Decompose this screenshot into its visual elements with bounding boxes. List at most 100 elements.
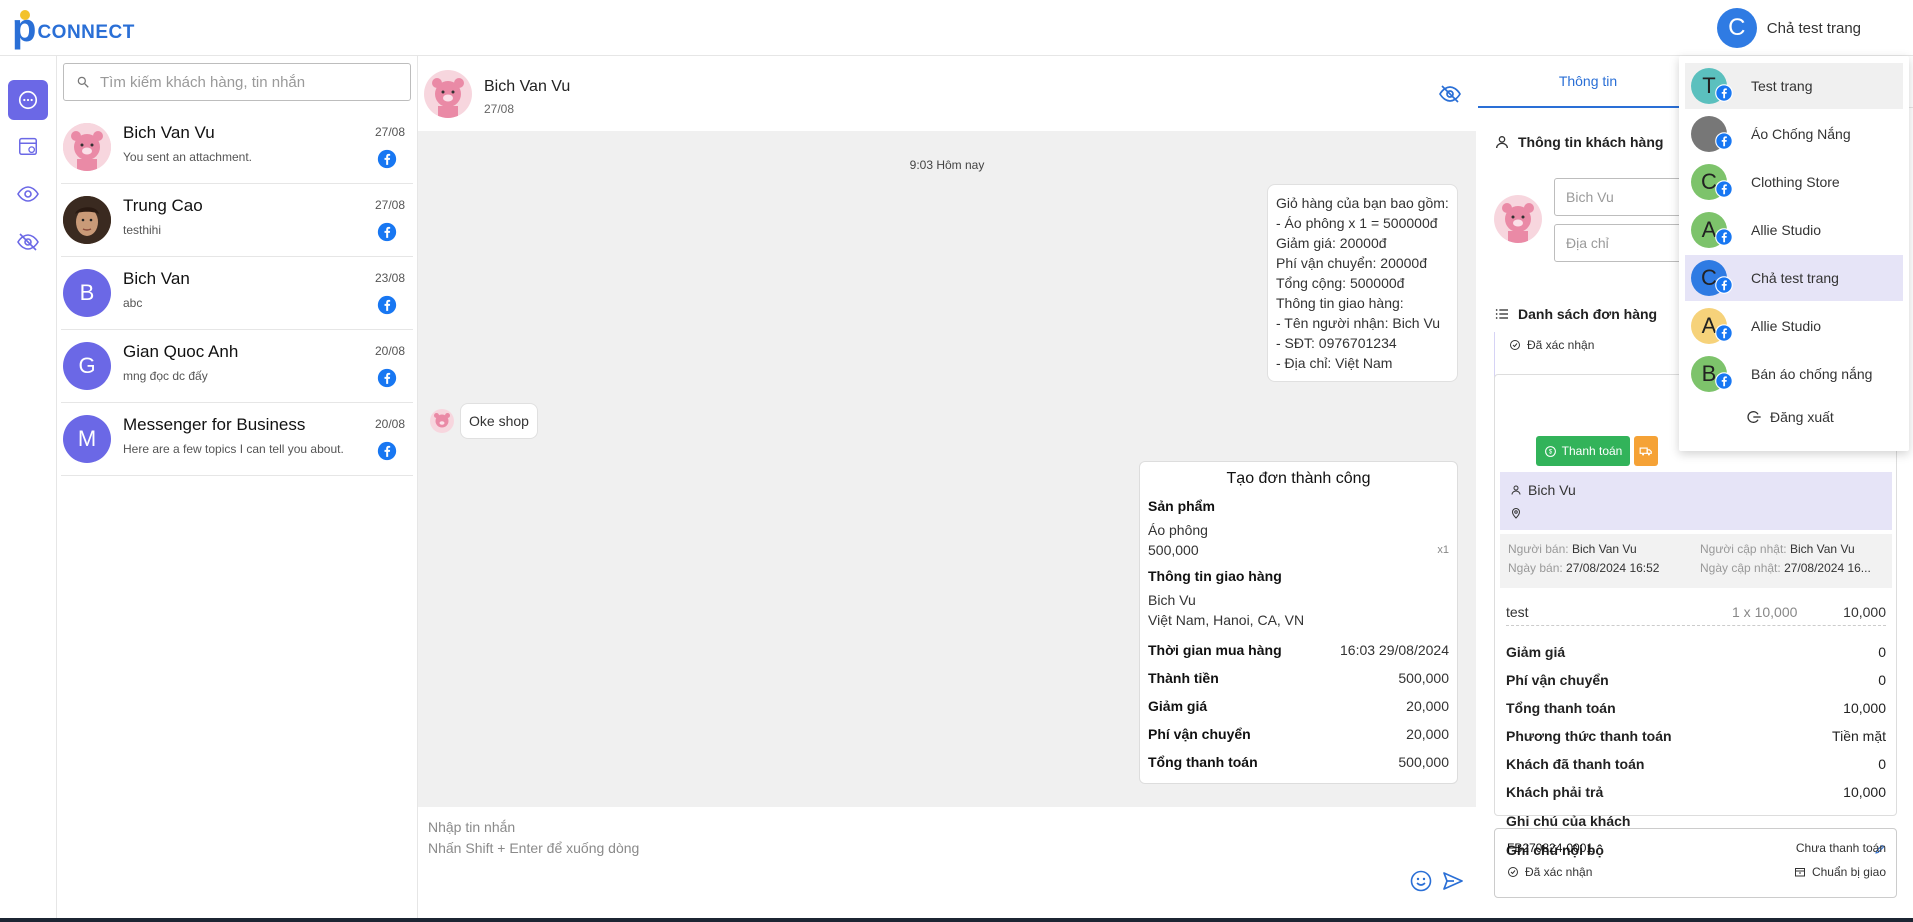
conversation-preview: Here are a few topics I can tell you abo… bbox=[123, 442, 344, 456]
logo-text: CONNECT bbox=[37, 22, 135, 43]
send-icon bbox=[1443, 872, 1463, 890]
chat-nav-button[interactable] bbox=[8, 80, 48, 120]
conversation-list: Bich Van Vu You sent an attachment. 27/0… bbox=[57, 56, 418, 922]
conversation-item[interactable]: M Messenger for Business Here are a few … bbox=[61, 403, 413, 476]
calendar-icon bbox=[19, 137, 37, 155]
page-option[interactable]: C Clothing Store bbox=[1685, 159, 1903, 205]
summary-value: 10,000 bbox=[1843, 784, 1886, 800]
chat-panel: Bich Van Vu 27/08 9:03 Hôm nay Giỏ hàng … bbox=[418, 56, 1478, 922]
orders-section-title: Danh sách đơn hàng bbox=[1494, 306, 1657, 322]
conversation-item[interactable]: B Bich Van abc 23/08 bbox=[61, 257, 413, 330]
conversation-preview: You sent an attachment. bbox=[123, 150, 252, 164]
page-avatar: T bbox=[1691, 68, 1733, 104]
conversation-preview: testhihi bbox=[123, 223, 162, 237]
conversation-name: Gian Quoc Anh bbox=[123, 342, 239, 361]
conversation-item[interactable]: Bich Van Vu You sent an attachment. 27/0… bbox=[61, 111, 413, 184]
contact-avatar[interactable] bbox=[424, 70, 472, 118]
page-name: Áo Chống Nắng bbox=[1751, 126, 1851, 142]
watch-nav-button[interactable] bbox=[8, 174, 48, 214]
facebook-icon bbox=[1715, 178, 1733, 204]
page-option[interactable]: B Bán áo chống nắng bbox=[1685, 351, 1903, 397]
svg-text:$: $ bbox=[1548, 449, 1552, 455]
pay-button-label: Thanh toán bbox=[1561, 444, 1623, 458]
order-row: Tổng thanh toán 500,000 bbox=[1148, 748, 1449, 776]
facebook-icon bbox=[377, 222, 397, 247]
order-status-label: Đã xác nhận bbox=[1527, 338, 1595, 352]
conversation-preview: abc bbox=[123, 296, 143, 310]
message-input[interactable] bbox=[428, 817, 1328, 867]
orders-nav-button[interactable] bbox=[8, 126, 48, 166]
logo[interactable]: p CONNECT bbox=[12, 8, 135, 48]
avatar bbox=[63, 123, 111, 171]
page-avatar: B bbox=[1691, 356, 1733, 392]
user-menu[interactable]: C Chả test trang bbox=[1716, 8, 1861, 48]
order-shipping-label: Chuẩn bị giao bbox=[1811, 865, 1886, 879]
send-button[interactable] bbox=[1441, 869, 1465, 898]
facebook-icon bbox=[1715, 82, 1733, 108]
summary-value: Tiền mặt bbox=[1832, 728, 1886, 744]
page-switcher-dropdown: T Test trang Áo Chống Nắng C Clothing St… bbox=[1679, 56, 1909, 451]
facebook-icon bbox=[1715, 226, 1733, 252]
hidden-nav-button[interactable] bbox=[8, 222, 48, 262]
user-avatar[interactable]: C bbox=[1716, 8, 1757, 48]
order-line-item: test 1 x 10,000 10,000 bbox=[1506, 598, 1886, 626]
facebook-icon bbox=[377, 149, 397, 174]
summary-label: Khách phải trả bbox=[1506, 784, 1604, 800]
page-option[interactable]: A Allie Studio bbox=[1685, 207, 1903, 253]
conversation-date: 27/08 bbox=[374, 125, 405, 139]
hide-conversation-button[interactable] bbox=[1438, 82, 1462, 111]
conversation-name: Bich Van Vu bbox=[123, 123, 215, 142]
emoji-button[interactable] bbox=[1409, 869, 1433, 898]
logout-icon bbox=[1747, 411, 1761, 423]
summary-label: Khách đã thanh toán bbox=[1506, 756, 1645, 772]
page-option[interactable]: Áo Chống Nắng bbox=[1685, 111, 1903, 157]
summary-row: Khách đã thanh toán 0 bbox=[1506, 752, 1886, 776]
customer-section-label: Thông tin khách hàng bbox=[1518, 134, 1664, 150]
conversation-name: Messenger for Business bbox=[123, 415, 306, 434]
facebook-icon bbox=[377, 368, 397, 393]
check-circle-icon bbox=[1508, 867, 1518, 877]
order-status-label: Đã xác nhận bbox=[1525, 865, 1593, 879]
ship-button[interactable] bbox=[1634, 436, 1658, 466]
page-name: Allie Studio bbox=[1751, 222, 1822, 238]
pay-button[interactable]: $ Thanh toán bbox=[1536, 436, 1630, 466]
conversation-item[interactable]: Trung Cao testhihi 27/08 bbox=[61, 184, 413, 257]
logout-button[interactable]: Đăng xuất bbox=[1746, 409, 1834, 425]
sale-date-info: Ngày bán: 27/08/2024 16:52 bbox=[1508, 561, 1659, 575]
order-row-label: Phí vận chuyển bbox=[1148, 726, 1251, 742]
search-input[interactable] bbox=[100, 73, 390, 91]
page-option[interactable]: A Allie Studio bbox=[1685, 303, 1903, 349]
page-option-selected[interactable]: C Chả test trang bbox=[1685, 255, 1903, 301]
line-item-quantity: 1 x 10,000 bbox=[1732, 603, 1798, 620]
seller-label: Người bán: bbox=[1508, 542, 1569, 556]
page-option[interactable]: T Test trang bbox=[1685, 63, 1903, 109]
page-name: Bán áo chống nắng bbox=[1751, 366, 1873, 382]
product-price: 500,000 bbox=[1148, 542, 1199, 558]
logo-dot bbox=[20, 10, 30, 20]
user-icon bbox=[1511, 485, 1521, 495]
conversation-item[interactable]: G Gian Quoc Anh mng đọc dc đấy 20/08 bbox=[61, 330, 413, 403]
facebook-icon bbox=[377, 295, 397, 320]
seller-info: Người bán: Bich Van Vu bbox=[1508, 542, 1637, 556]
shipping-label: Thông tin giao hàng bbox=[1148, 568, 1282, 584]
page-name: Allie Studio bbox=[1751, 318, 1822, 334]
left-rail bbox=[0, 56, 57, 922]
order-row-label: Thành tiền bbox=[1148, 670, 1219, 686]
tab-info[interactable]: Thông tin bbox=[1478, 56, 1698, 108]
line-item-name: test bbox=[1506, 603, 1529, 620]
avatar: B bbox=[63, 269, 111, 317]
order-customer-name: Bich Vu bbox=[1528, 482, 1576, 498]
conversation-name: Bich Van bbox=[123, 269, 190, 288]
page-name: Test trang bbox=[1751, 78, 1813, 94]
emoji-icon bbox=[1410, 870, 1432, 892]
outgoing-message: Giỏ hàng của bạn bao gồm: - Áo phông x 1… bbox=[1267, 184, 1458, 382]
order-row-value: 20,000 bbox=[1406, 726, 1449, 742]
order-row-label: Thời gian mua hàng bbox=[1148, 642, 1282, 658]
user-name[interactable]: Chả test trang bbox=[1767, 20, 1861, 37]
search-box[interactable] bbox=[63, 63, 411, 101]
incoming-message: Oke shop bbox=[460, 403, 538, 439]
page-initial: T bbox=[1702, 73, 1716, 98]
update-date-info: Ngày cập nhật: 27/08/2024 16... bbox=[1700, 561, 1871, 575]
summary-row: Giảm giá 0 bbox=[1506, 640, 1886, 664]
order-list-item[interactable]: FB270824-0001 Chưa thanh toán Đã xác nhậ… bbox=[1494, 828, 1897, 898]
